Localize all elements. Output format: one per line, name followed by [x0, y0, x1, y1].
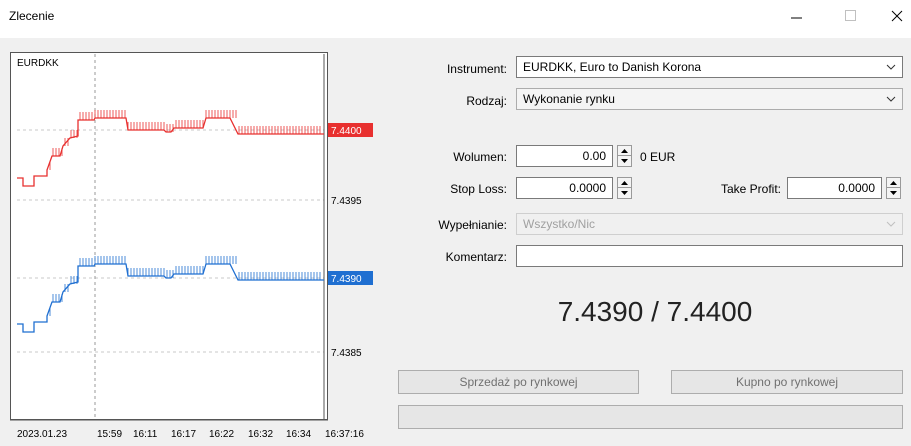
arrow-up-icon	[621, 180, 628, 185]
arrow-up-icon	[621, 148, 628, 153]
buy-market-button[interactable]: Kupno po rynkowej	[671, 370, 903, 394]
price-label: 7.4390	[331, 274, 362, 285]
volume-unit: 0 EUR	[640, 150, 676, 164]
price-label: 7.4395	[331, 196, 362, 207]
stop-loss-value: 0.0000	[569, 181, 606, 195]
time-label: 16:37:16	[325, 429, 364, 440]
instrument-select[interactable]: EURDKK, Euro to Danish Korona	[516, 56, 903, 78]
time-label: 16:17	[171, 429, 196, 440]
stop-loss-label: Stop Loss:	[450, 182, 507, 196]
type-select[interactable]: Wykonanie rynku	[516, 88, 903, 110]
stop-loss-decrease-button[interactable]	[618, 188, 631, 198]
volume-label: Wolumen:	[453, 150, 507, 164]
take-profit-stepper[interactable]	[886, 177, 901, 199]
type-value: Wykonanie rynku	[523, 92, 615, 106]
volume-value: 0.00	[582, 149, 606, 163]
chevron-down-icon	[886, 221, 896, 227]
volume-increase-button[interactable]	[618, 146, 631, 156]
filling-label: Wypełnianie:	[438, 218, 507, 232]
volume-input[interactable]: 0.00	[516, 145, 613, 167]
time-label: 16:32	[248, 429, 273, 440]
comment-label: Komentarz:	[445, 250, 507, 264]
take-profit-label: Take Profit:	[720, 182, 781, 196]
time-label: 16:34	[286, 429, 311, 440]
stop-loss-stepper[interactable]	[617, 177, 632, 199]
arrow-up-icon	[890, 180, 897, 185]
price-label: 7.4385	[331, 348, 362, 359]
take-profit-decrease-button[interactable]	[887, 188, 900, 198]
arrow-down-icon	[621, 191, 628, 195]
filling-select: Wszystko/Nic	[516, 213, 903, 235]
instrument-label: Instrument:	[446, 62, 507, 76]
order-status-bar	[398, 405, 903, 429]
volume-decrease-button[interactable]	[618, 156, 631, 166]
take-profit-increase-button[interactable]	[887, 178, 900, 188]
time-label: 16:11	[133, 429, 158, 440]
arrow-down-icon	[621, 159, 628, 163]
arrow-down-icon	[890, 191, 897, 195]
time-label: 15:59	[97, 429, 122, 440]
type-label: Rodzaj:	[466, 94, 507, 108]
chart-symbol-label: EURDKK	[17, 58, 59, 69]
instrument-value: EURDKK, Euro to Danish Korona	[523, 60, 702, 74]
stop-loss-increase-button[interactable]	[618, 178, 631, 188]
chevron-down-icon	[886, 96, 896, 102]
sell-market-button[interactable]: Sprzedaż po rynkowej	[398, 370, 639, 394]
take-profit-input[interactable]: 0.0000	[787, 177, 882, 199]
volume-stepper[interactable]	[617, 145, 632, 167]
filling-value: Wszystko/Nic	[523, 217, 595, 231]
take-profit-value: 0.0000	[838, 181, 875, 195]
chevron-down-icon	[886, 64, 896, 70]
stop-loss-input[interactable]: 0.0000	[516, 177, 613, 199]
comment-input[interactable]	[516, 245, 903, 267]
time-label: 2023.01.23	[17, 429, 67, 440]
price-label: 7.4400	[331, 126, 362, 137]
time-label: 16:22	[209, 429, 234, 440]
bid-ask-quote: 7.4390 / 7.4400	[557, 296, 753, 327]
